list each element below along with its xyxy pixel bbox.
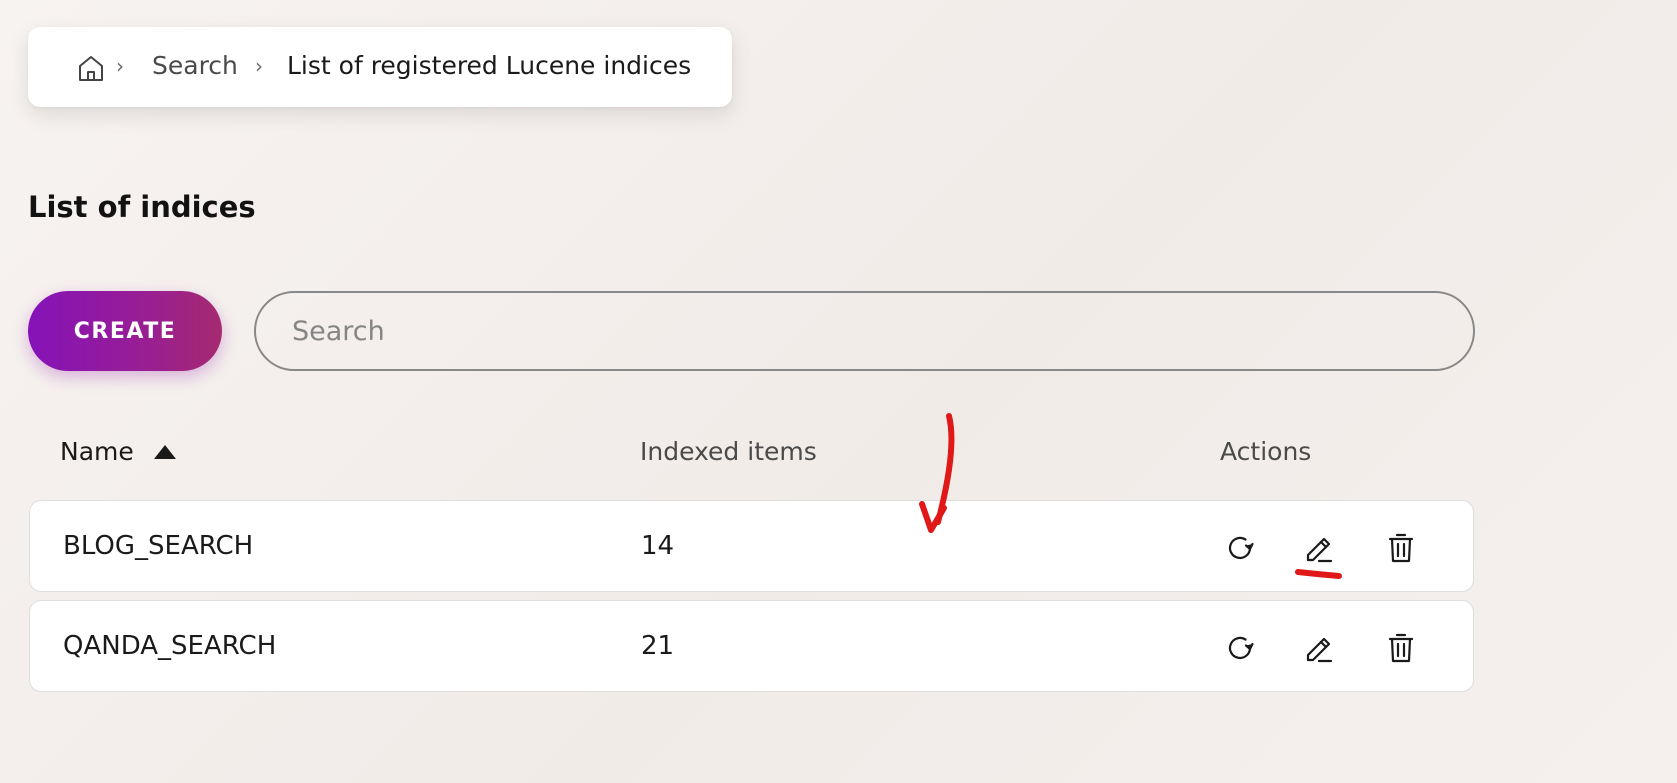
breadcrumb: › Search › List of registered Lucene ind… — [28, 27, 732, 107]
indexed-items-cell: 14 — [641, 531, 675, 561]
table-row: BLOG_SEARCH 14 — [29, 500, 1474, 592]
column-header-indexed-items: Indexed items — [640, 437, 817, 466]
table-row: QANDA_SEARCH 21 — [29, 600, 1474, 692]
breadcrumb-separator-icon: › — [116, 54, 124, 78]
breadcrumb-separator-icon: › — [255, 54, 263, 78]
page-title: List of indices — [28, 190, 256, 224]
column-header-name-label: Name — [60, 437, 134, 466]
delete-icon[interactable] — [1384, 531, 1418, 565]
edit-icon[interactable] — [1303, 631, 1337, 665]
breadcrumb-search-link[interactable]: Search — [152, 51, 238, 80]
index-name-cell: QANDA_SEARCH — [63, 631, 277, 661]
search-input[interactable] — [254, 291, 1475, 371]
delete-icon[interactable] — [1384, 631, 1418, 665]
breadcrumb-current-page: List of registered Lucene indices — [287, 51, 692, 80]
refresh-icon[interactable] — [1223, 631, 1257, 665]
create-button[interactable]: CREATE — [28, 291, 222, 371]
index-name-cell: BLOG_SEARCH — [63, 531, 254, 561]
sort-ascending-icon[interactable] — [153, 444, 176, 459]
column-header-actions: Actions — [1220, 437, 1312, 466]
column-header-name[interactable]: Name — [60, 437, 176, 466]
home-icon[interactable] — [76, 53, 106, 83]
refresh-icon[interactable] — [1223, 531, 1257, 565]
indexed-items-cell: 21 — [641, 631, 675, 661]
edit-icon[interactable] — [1303, 531, 1337, 565]
